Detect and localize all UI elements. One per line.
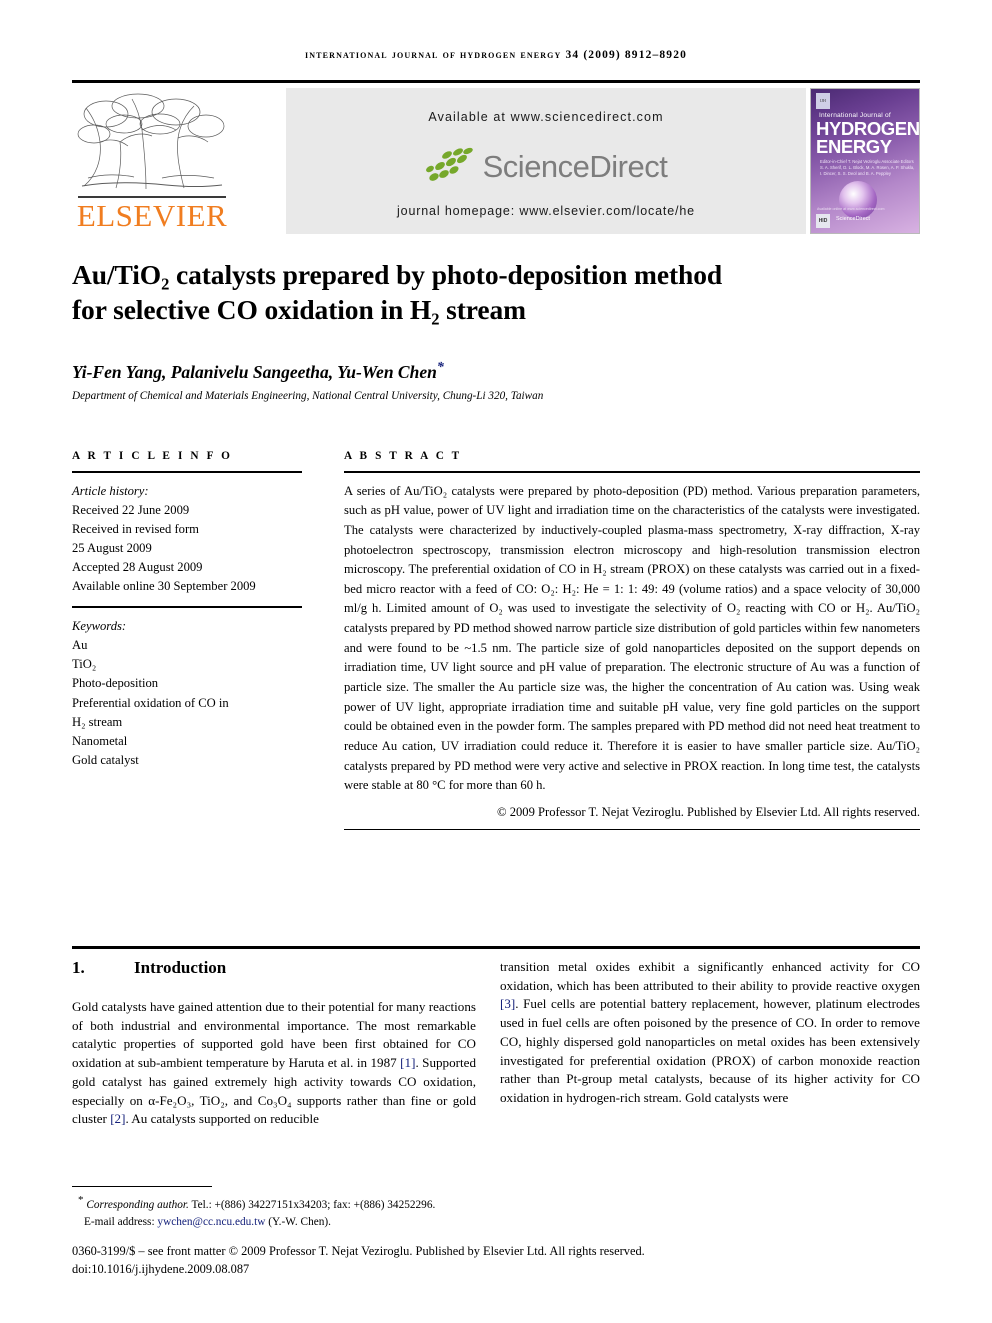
article-history-label: Article history: (72, 483, 149, 498)
top-rule (72, 80, 920, 83)
body-column-right: transition metal oxides exhibit a signif… (500, 958, 920, 1108)
history-item: Received in revised form (72, 521, 199, 536)
elsevier-tree-icon (77, 93, 225, 190)
email-label: E-mail address: (84, 1215, 158, 1228)
keywords-rule (72, 606, 302, 608)
abstract-text: A series of Au/TiO₂ catalysts were prepa… (344, 483, 920, 793)
citation-ref-1[interactable]: [1] (400, 1055, 415, 1070)
article-info-rule (72, 471, 302, 473)
footnote-block: * Corresponding author. Tel.: +(886) 342… (72, 1192, 492, 1231)
body-column-left: 1. Introduction Gold catalysts have gaine… (72, 958, 476, 1129)
history-item: 25 August 2009 (72, 541, 152, 556)
keyword-item: Nanometal (72, 733, 128, 748)
cover-hid-badge: HID (816, 214, 830, 228)
available-at-text: Available at www.sciencedirect.com (428, 110, 664, 124)
article-info-column: A R T I C L E I N F O Article history: R… (72, 450, 302, 770)
footnote-rule (72, 1186, 212, 1188)
history-item: Available online 30 September 2009 (72, 579, 256, 594)
author-list: Yi-Fen Yang, Palanivelu Sangeetha, Yu-We… (72, 360, 902, 383)
keywords-block: Keywords: Au TiO₂ Photo-deposition Prefe… (72, 617, 302, 770)
article-title: Au/TiO₂ catalysts prepared by photo-depo… (72, 258, 902, 327)
keyword-item: H₂ stream (72, 714, 123, 729)
email-suffix: (Y.-W. Chen). (265, 1215, 331, 1228)
article-history: Article history: Received 22 June 2009 R… (72, 482, 302, 597)
corresponding-author-marker: * (436, 360, 444, 375)
keywords-label: Keywords: (72, 618, 127, 633)
author-names: Yi-Fen Yang, Palanivelu Sangeetha, Yu-We… (72, 361, 437, 382)
corresponding-author-label: Corresponding author. (86, 1198, 189, 1211)
citation-ref-3[interactable]: [3] (500, 996, 515, 1011)
sciencedirect-wordmark: ScienceDirect (482, 149, 668, 184)
front-matter-line: 0360-3199/$ – see front matter © 2009 Pr… (72, 1244, 645, 1258)
elsevier-wordmark: ELSEVIER (76, 198, 228, 233)
cover-title-line2: ENERGY (816, 136, 892, 157)
section-heading-introduction: 1. Introduction (72, 958, 476, 978)
keyword-item: Photo-deposition (72, 676, 159, 691)
intro-right-part1: transition metal oxides exhibit a signif… (500, 959, 920, 993)
introduction-paragraph-right: transition metal oxides exhibit a signif… (500, 958, 920, 1108)
keyword-item: Au (72, 638, 88, 653)
intro-text-part3: . Au catalysts supported on reducible (125, 1111, 319, 1127)
cover-editors: Editor-in-Chief T. Nejat Veziroglu Assoc… (820, 159, 915, 177)
sciencedirect-leaves-icon (425, 147, 473, 181)
keyword-item: Gold catalyst (72, 752, 139, 767)
corresponding-author-note: * Corresponding author. Tel.: +(886) 342… (72, 1192, 492, 1214)
body-rule (72, 946, 920, 949)
abstract-heading: A B S T R A C T (344, 450, 462, 462)
abstract-rule (344, 471, 920, 473)
sciencedirect-band: Available at www.sciencedirect.com Scien… (286, 88, 806, 234)
cover-sciencedirect-badge: ScienceDirect (836, 216, 870, 222)
footnote-star-icon: * (78, 1194, 84, 1206)
cover-ijl-badge: IJH (816, 93, 830, 109)
sciencedirect-logo[interactable]: ScienceDirect (286, 144, 806, 190)
journal-cover-image: IJH International Journal of HYDROGEN EN… (810, 88, 920, 234)
article-info-heading: A R T I C L E I N F O (72, 450, 233, 462)
abstract-copyright: © 2009 Professor T. Nejat Veziroglu. Pub… (497, 804, 920, 819)
running-head: International Journal of Hydrogen Energy… (304, 49, 687, 61)
journal-homepage-text[interactable]: journal homepage: www.elsevier.com/locat… (286, 204, 806, 218)
email-link[interactable]: ywchen@cc.ncu.edu.tw (157, 1216, 265, 1228)
journal-header-band: ELSEVIER Available at www.sciencedirect.… (72, 88, 920, 234)
abstract-end-rule (344, 828, 920, 831)
elsevier-logo[interactable]: ELSEVIER (72, 88, 232, 234)
email-note: E-mail address: ywchen@cc.ncu.edu.tw (Y.… (72, 1214, 492, 1231)
article-title-line1: Au/TiO₂ catalysts prepared by photo-depo… (72, 259, 723, 290)
cover-footer: HID ScienceDirect (816, 214, 916, 230)
history-item: Received 22 June 2009 (72, 502, 190, 517)
affiliation: Department of Chemical and Materials Eng… (72, 390, 544, 402)
doi-line: doi:10.1016/j.ijhydene.2009.08.087 (72, 1261, 250, 1276)
cover-availability-text: Available online at www.sciencedirect.co… (817, 207, 885, 211)
corresponding-author-contact: Tel.: +(886) 34227151x34203; fax: +(886)… (188, 1198, 436, 1211)
abstract-column: A B S T R A C T A series of Au/TiO₂ cata… (344, 450, 920, 831)
introduction-paragraph-left: Gold catalysts have gained attention due… (72, 998, 476, 1129)
keyword-item: Preferential oxidation of CO in (72, 695, 229, 710)
keyword-item: TiO₂ (72, 657, 97, 672)
section-title: Introduction (134, 958, 227, 977)
article-title-line2: for selective CO oxidation in H₂ stream (72, 293, 526, 325)
front-matter-block: 0360-3199/$ – see front matter © 2009 Pr… (72, 1243, 920, 1279)
article-page: International Journal of Hydrogen Energy… (0, 0, 992, 1323)
citation-ref-2[interactable]: [2] (110, 1111, 125, 1126)
intro-right-part2: . Fuel cells are potential battery repla… (500, 996, 920, 1106)
section-number: 1. (72, 958, 85, 977)
history-item: Accepted 28 August 2009 (72, 560, 203, 575)
